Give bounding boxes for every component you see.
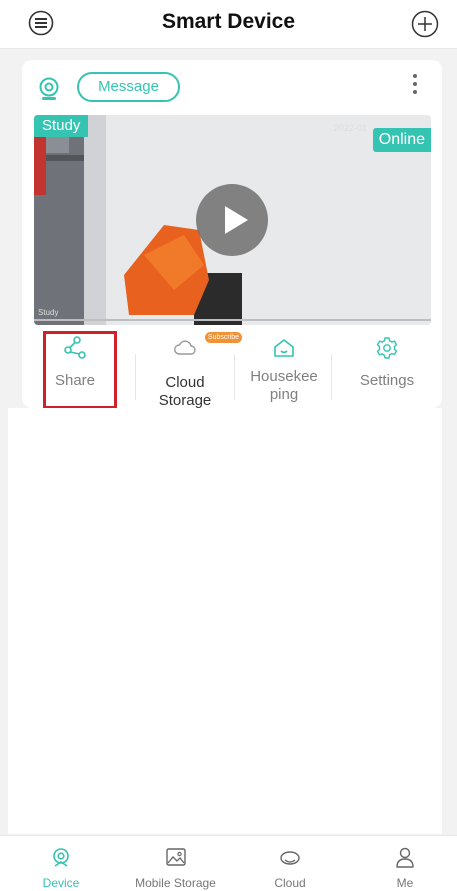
settings-label: Settings — [359, 372, 415, 389]
content-area — [8, 408, 442, 834]
user-icon — [396, 847, 414, 868]
divider — [331, 354, 332, 400]
divider — [234, 354, 235, 400]
highlight-box — [43, 331, 117, 409]
page-title: Smart Device — [161, 10, 296, 33]
cloud-icon — [280, 851, 300, 865]
image-icon — [165, 848, 186, 866]
tab-me-label: Me — [396, 876, 414, 890]
tab-device[interactable]: Device — [20, 836, 102, 891]
status-badge: Online — [372, 128, 431, 152]
cloud-storage-label: Cloud Storage — [158, 374, 212, 409]
camera-icon — [39, 77, 59, 100]
camera-icon — [53, 848, 69, 867]
play-button[interactable] — [196, 184, 268, 256]
plus-circle-icon[interactable] — [411, 10, 439, 38]
play-icon — [225, 206, 248, 234]
gear-icon — [376, 337, 398, 359]
room-tag: Study — [34, 115, 89, 137]
tab-device-label: Device — [42, 876, 80, 890]
subscribe-badge: Subscribe — [205, 332, 242, 343]
settings-button[interactable]: Settings — [342, 328, 432, 408]
preview-watermark: Study — [38, 308, 59, 317]
more-vertical-icon[interactable] — [408, 70, 422, 98]
camera-preview[interactable]: Study 2022-01 Online Study — [34, 115, 431, 325]
tab-mobile-storage-label: Mobile Storage — [135, 876, 216, 890]
tab-me[interactable]: Me — [365, 836, 445, 891]
top-bar: Smart Device — [0, 0, 457, 49]
tab-cloud[interactable]: Cloud — [250, 836, 330, 891]
tab-bar: Device Mobile Storage Cloud Me — [0, 835, 457, 891]
housekeeping-label: Housekee ping — [250, 368, 318, 403]
housekeeping-button[interactable]: Housekee ping — [236, 328, 332, 408]
cloud-icon — [174, 340, 196, 355]
tab-mobile-storage[interactable]: Mobile Storage — [118, 836, 233, 891]
timestamp: 2022-01 — [334, 123, 368, 133]
divider — [135, 354, 136, 400]
message-button[interactable]: Message — [77, 72, 180, 102]
tab-cloud-label: Cloud — [274, 876, 306, 890]
house-icon — [274, 339, 294, 357]
